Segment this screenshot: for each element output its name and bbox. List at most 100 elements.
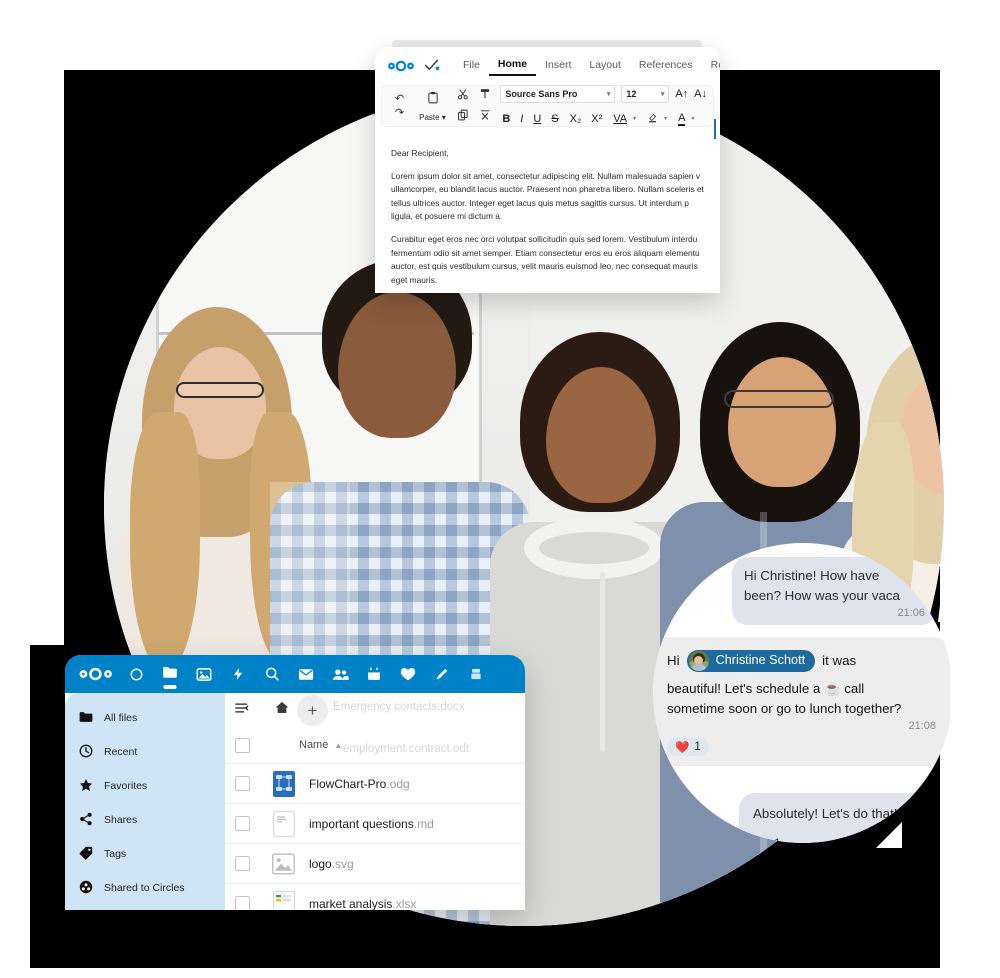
sidebar-item-shares[interactable]: Shares — [65, 803, 225, 837]
sidebar-item-all-files[interactable]: All files — [65, 701, 225, 735]
underline-button[interactable]: U — [533, 113, 541, 125]
list-toggle-icon[interactable] — [235, 701, 249, 719]
undo-icon[interactable]: ↶ — [395, 93, 404, 105]
mail-icon[interactable] — [289, 655, 323, 693]
sidebar-item-shared-to-circles[interactable]: Shared to Circles — [65, 871, 225, 905]
sidebar-item-recent[interactable]: Recent — [65, 735, 225, 769]
star-icon — [79, 778, 93, 795]
column-header-name[interactable]: Name ▲ — [299, 739, 342, 751]
cut-copy-group — [454, 87, 472, 126]
folder-icon — [79, 711, 93, 726]
tab-insert[interactable]: Insert — [536, 55, 580, 75]
notes-icon[interactable] — [425, 655, 459, 693]
file-name: FlowChart-Pro.odg — [309, 776, 410, 791]
tab-layout[interactable]: Layout — [580, 55, 630, 75]
heart-icon[interactable] — [391, 655, 425, 693]
subscript-button[interactable]: X₂ — [570, 113, 582, 125]
font-color-button[interactable]: A — [678, 112, 686, 126]
user-mention-chip[interactable]: Christine Schott — [686, 650, 816, 672]
tab-file[interactable]: File — [454, 55, 489, 75]
search-icon[interactable] — [255, 655, 289, 693]
message-timestamp: 21:08 — [908, 719, 936, 732]
activity-icon[interactable] — [221, 655, 255, 693]
table-row[interactable]: FlowChart-Pro.odg — [225, 764, 525, 804]
ok-hand-emoji: 👌 — [753, 835, 768, 843]
document-paragraph-2: Curabitur eget eros nec orci volutpat so… — [391, 234, 700, 285]
select-all-checkbox[interactable] — [235, 737, 250, 753]
file-name: logo.svg — [309, 856, 354, 871]
composite-hero-image: File Home Insert Layout References Revie… — [0, 0, 1000, 978]
redo-icon[interactable]: ↷ — [395, 107, 404, 119]
deck-icon[interactable] — [459, 655, 493, 693]
document-content[interactable]: Dear Recipient, Lorem ipsum dolor sit am… — [375, 133, 720, 293]
bold-button[interactable]: B — [502, 113, 510, 125]
sidebar-label: All files — [104, 712, 138, 724]
clipboard-icon[interactable] — [427, 91, 439, 110]
new-file-button[interactable]: + — [297, 695, 328, 726]
sidebar-label: Favorites — [104, 780, 148, 792]
letter-spacing-button[interactable]: VA — [613, 113, 627, 125]
file-name: important questions.md — [309, 816, 434, 831]
ghost-file-1: Emergency contacts.docx — [333, 701, 465, 713]
tab-review[interactable]: Review — [702, 55, 720, 75]
clear-formatting-icon[interactable] — [479, 108, 491, 126]
highlight-color-icon[interactable] — [647, 110, 658, 128]
shrink-font-icon[interactable]: A↓ — [694, 88, 707, 100]
reaction-heart[interactable]: ❤️ 1 — [667, 737, 709, 756]
font-family-select[interactable]: Source Sans Pro ▾ — [500, 84, 616, 103]
message-timestamp: 21:06 — [897, 606, 925, 619]
reaction-ok-hand[interactable]: 👌 1 — [753, 836, 781, 843]
text-cursor — [714, 119, 716, 139]
row-checkbox[interactable] — [235, 896, 250, 910]
copy-icon[interactable] — [457, 108, 469, 126]
chat-bubble-outgoing[interactable]: Hi Christine Schott it was beautiful! Le… — [653, 637, 950, 766]
sidebar-label: Shared to Circles — [104, 882, 185, 894]
format-paint-icon[interactable] — [479, 87, 491, 105]
contacts-icon[interactable] — [323, 655, 357, 693]
share-icon — [79, 812, 93, 829]
message-text: been? How was your vaca — [744, 587, 900, 603]
row-checkbox[interactable] — [235, 776, 250, 791]
table-row[interactable]: important questions.md — [225, 804, 525, 844]
spreadsheet-file-icon — [272, 890, 295, 910]
heart-emoji: ❤️ — [675, 741, 690, 754]
sidebar-item-favorites[interactable]: Favorites — [65, 769, 225, 803]
table-row[interactable]: market analysis.xlsx — [225, 884, 525, 910]
superscript-button[interactable]: X² — [591, 113, 602, 125]
files-app-window: All files Recent Favorites Shares Tags S… — [65, 655, 525, 910]
tab-references[interactable]: References — [630, 55, 702, 75]
italic-button[interactable]: I — [520, 113, 523, 125]
paste-button[interactable]: Paste ▾ — [419, 113, 446, 122]
document-salutation: Dear Recipient, — [391, 148, 449, 158]
talk-chat-widget: Hi Christine! How have been? How was you… — [653, 543, 953, 843]
font-size-select[interactable]: 12 ▾ — [621, 84, 670, 103]
nextcloud-logo-icon[interactable] — [73, 655, 119, 693]
calendar-icon[interactable] — [357, 655, 391, 693]
reaction-count: 1 — [694, 740, 701, 753]
chat-bubble-incoming-1[interactable]: Hi Christine! How have been? How was you… — [732, 557, 937, 625]
file-name: market analysis.xlsx — [309, 896, 417, 911]
tag-icon — [79, 846, 93, 863]
message-line-with-mention: Hi Christine Schott it was — [667, 650, 936, 672]
chat-bubble-incoming-2[interactable]: Absolutely! Let's do that! 👌 1 — [739, 793, 949, 843]
home-icon[interactable] — [275, 701, 289, 719]
tab-home[interactable]: Home — [488, 54, 537, 76]
ghost-file-2: employment contract.odt — [343, 743, 469, 755]
message-text: beautiful! Let's schedule a ☕ call — [667, 681, 865, 696]
message-text: sometime soon or go to lunch together? — [667, 700, 902, 716]
sidebar-item-tags[interactable]: Tags — [65, 837, 225, 871]
strikethrough-button[interactable]: S — [551, 113, 558, 125]
table-row[interactable]: logo.svg — [225, 844, 525, 884]
photos-icon[interactable] — [187, 655, 221, 693]
document-toolbar: ↶ ↷ Paste ▾ Source Sans Pro ▾ 12 ▾ A↑ A↓… — [381, 84, 714, 128]
backdrop-notch-top-right — [700, 0, 746, 36]
grow-font-icon[interactable]: A↑ — [675, 88, 688, 100]
dashboard-icon[interactable] — [119, 655, 153, 693]
files-icon[interactable] — [153, 655, 187, 693]
scissors-icon[interactable] — [457, 87, 469, 105]
row-checkbox[interactable] — [235, 856, 250, 871]
files-list-pane: › Emergency contacts.docx + Name ▲ emplo… — [225, 693, 525, 910]
save-check-icon[interactable] — [423, 56, 440, 73]
row-checkbox[interactable] — [235, 816, 250, 831]
circles-icon — [79, 880, 93, 897]
